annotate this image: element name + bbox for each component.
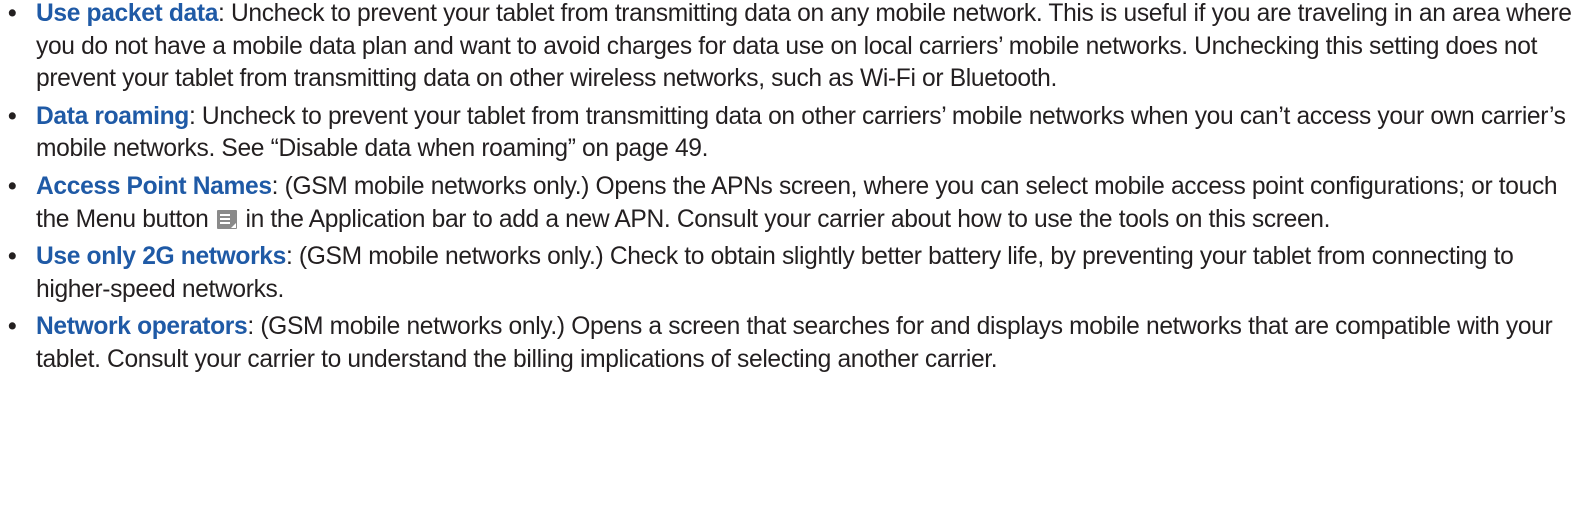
- bullet-marker: •: [8, 243, 17, 271]
- menu-icon: [217, 209, 237, 229]
- document-page: • Use packet data: Uncheck to prevent yo…: [0, 0, 1583, 382]
- list-item-use-packet-data: • Use packet data: Uncheck to prevent yo…: [0, 0, 1581, 96]
- term-use-only-2g: Use only 2G networks: [36, 243, 286, 271]
- bullet-marker: •: [8, 172, 17, 200]
- description-network-operators: : (GSM mobile networks only.) Opens a sc…: [36, 313, 1553, 373]
- description-access-point-names-part2: in the Application bar to add a new APN.…: [239, 205, 1331, 233]
- description-data-roaming: : Uncheck to prevent your tablet from tr…: [36, 102, 1566, 163]
- term-access-point-names: Access Point Names: [36, 172, 272, 200]
- bullet-marker: •: [8, 102, 17, 130]
- list-item-data-roaming: • Data roaming: Uncheck to prevent your …: [0, 101, 1581, 166]
- term-data-roaming: Data roaming: [36, 102, 189, 130]
- bullet-marker: •: [8, 313, 17, 341]
- settings-bullet-list: • Use packet data: Uncheck to prevent yo…: [0, 0, 1583, 377]
- term-network-operators: Network operators: [36, 313, 248, 341]
- list-item-use-only-2g: • Use only 2G networks: (GSM mobile netw…: [0, 241, 1581, 306]
- term-use-packet-data: Use packet data: [36, 0, 219, 27]
- list-item-access-point-names: • Access Point Names: (GSM mobile networ…: [0, 171, 1581, 236]
- bullet-marker: •: [8, 0, 17, 27]
- list-item-network-operators: • Network operators: (GSM mobile network…: [0, 311, 1581, 376]
- description-use-packet-data: : Uncheck to prevent your tablet from tr…: [36, 0, 1572, 93]
